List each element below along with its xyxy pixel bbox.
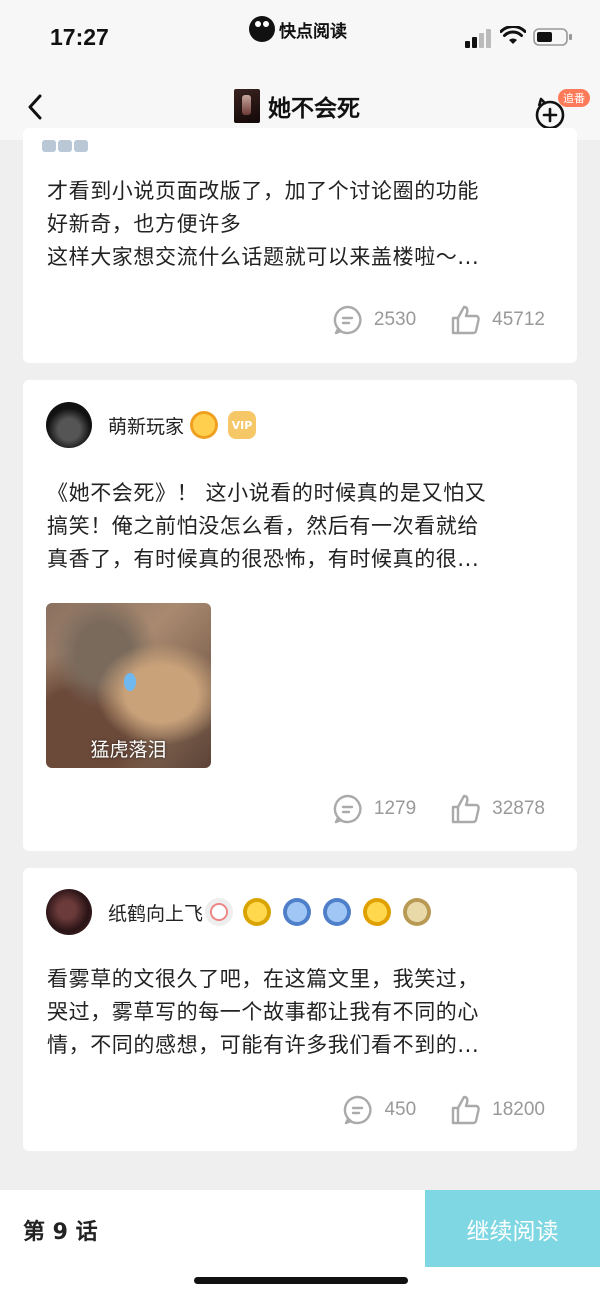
like-count: 45712 (492, 309, 545, 330)
candy-badge-icon (205, 898, 234, 926)
like-count: 32878 (492, 798, 545, 819)
nav-title-group: 她不会死 (234, 88, 360, 124)
status-time: 17:27 (50, 24, 109, 50)
like-count: 18200 (492, 1099, 545, 1120)
comment-button[interactable]: 450 (342, 1094, 416, 1126)
comment-icon (344, 1095, 372, 1125)
post-author[interactable]: 纸鹤向上飞 (46, 889, 432, 935)
post-text: 《她不会死》！ 这小说看的时候真的是又怕又 搞笑！俺之前怕没怎么看，然后有一次看… (47, 477, 553, 576)
post-text-line: 情，不同的感想，可能有许多我们看不到的... (47, 1033, 480, 1057)
post-text: 看雾草的文很久了吧，在这篇文里，我笑过， 哭过，雾草写的每一个故事都让我有不同的… (47, 963, 553, 1062)
post-text-line: 才看到小说页面改版了，加了个讨论圈的功能 (47, 179, 479, 203)
comment-button[interactable]: 1279 (332, 793, 416, 825)
follow-button[interactable]: 追番 (530, 85, 592, 131)
follow-tag: 追番 (558, 89, 590, 107)
user-badges-partial (42, 140, 102, 154)
bronze-shield-badge-icon (403, 898, 432, 926)
comment-count: 2530 (373, 309, 417, 330)
post-text-line: 看雾草的文很久了吧，在这篇文里，我笑过， (47, 967, 479, 991)
tear-icon (124, 673, 136, 691)
badge-icon (42, 140, 56, 152)
post-text-line: 哭过，雾草写的每一个故事都让我有不同的心 (47, 1000, 479, 1024)
image-caption: 猛虎落泪 (90, 739, 167, 761)
post-text-line: 搞笑！俺之前怕没怎么看，然后有一次看就给 (47, 514, 479, 538)
chevron-left-icon (28, 94, 42, 120)
post-text-line: 这样大家想交流什么话题就可以来盖楼啦～... (47, 245, 480, 269)
blue-medal-badge-icon (283, 898, 312, 926)
app-badge: 快点阅读 (249, 15, 347, 43)
post-author[interactable]: 萌新玩家 VIP (46, 402, 257, 448)
badge-icon (74, 140, 88, 152)
comment-button[interactable]: 2530 (332, 304, 416, 336)
thumbs-up-icon (451, 1095, 480, 1125)
post-card[interactable]: 才看到小说页面改版了，加了个讨论圈的功能 好新奇，也方便许多 这样大家想交流什么… (23, 128, 577, 363)
wifi-icon (500, 26, 526, 44)
comment-icon (333, 305, 362, 335)
book-cover-thumbnail (234, 89, 260, 123)
page-title: 她不会死 (268, 96, 360, 122)
gold-medal-badge-icon (243, 898, 272, 926)
like-button[interactable]: 32878 (450, 793, 545, 825)
thumbs-up-icon (451, 794, 480, 824)
comment-count: 1279 (373, 798, 417, 819)
like-button[interactable]: 18200 (450, 1094, 545, 1126)
gold-shield-badge-icon (363, 898, 392, 926)
continue-reading-button[interactable]: 继续阅读 (425, 1190, 600, 1267)
home-indicator[interactable] (194, 1277, 408, 1284)
battery-icon (533, 28, 572, 46)
app-name: 快点阅读 (279, 21, 347, 42)
vip-badge: VIP (228, 411, 257, 439)
username[interactable]: 纸鹤向上飞 (108, 899, 203, 926)
status-bar: 17:27 快点阅读 (0, 0, 600, 75)
post-text-line: 真香了，有时候真的很恐怖，有时候真的很... (47, 547, 480, 571)
app-logo-icon (249, 16, 275, 42)
comment-icon (333, 794, 362, 824)
post-card[interactable]: 萌新玩家 VIP 《她不会死》！ 这小说看的时候真的是又怕又 搞笑！俺之前怕没怎… (23, 380, 577, 851)
post-image[interactable]: 猛虎落泪 (46, 603, 211, 768)
post-text-line: 好新奇，也方便许多 (47, 212, 242, 236)
username[interactable]: 萌新玩家 (108, 412, 184, 439)
thumbs-up-icon (451, 305, 480, 335)
avatar[interactable] (46, 889, 92, 935)
post-card[interactable]: 纸鹤向上飞 看雾草的文很久了吧，在这篇文里，我笑过， 哭过，雾草写的每一个故事都… (23, 868, 577, 1151)
blue-medal-badge-icon (323, 898, 352, 926)
like-button[interactable]: 45712 (450, 304, 545, 336)
signal-icon (465, 29, 491, 48)
post-stats: 450 18200 (342, 1094, 545, 1126)
badge-icon (58, 140, 72, 152)
chapter-label[interactable]: 第 9 话 (23, 1214, 98, 1246)
avatar[interactable] (46, 402, 92, 448)
post-text-line: 《她不会死》！ 这小说看的时候真的是又怕又 (47, 481, 487, 505)
back-button[interactable] (20, 91, 50, 123)
post-stats: 2530 45712 (332, 304, 545, 336)
comment-count: 450 (384, 1099, 417, 1120)
post-text: 才看到小说页面改版了，加了个讨论圈的功能 好新奇，也方便许多 这样大家想交流什么… (47, 175, 553, 274)
post-stats: 1279 32878 (332, 793, 545, 825)
level-badge-icon (190, 411, 219, 439)
